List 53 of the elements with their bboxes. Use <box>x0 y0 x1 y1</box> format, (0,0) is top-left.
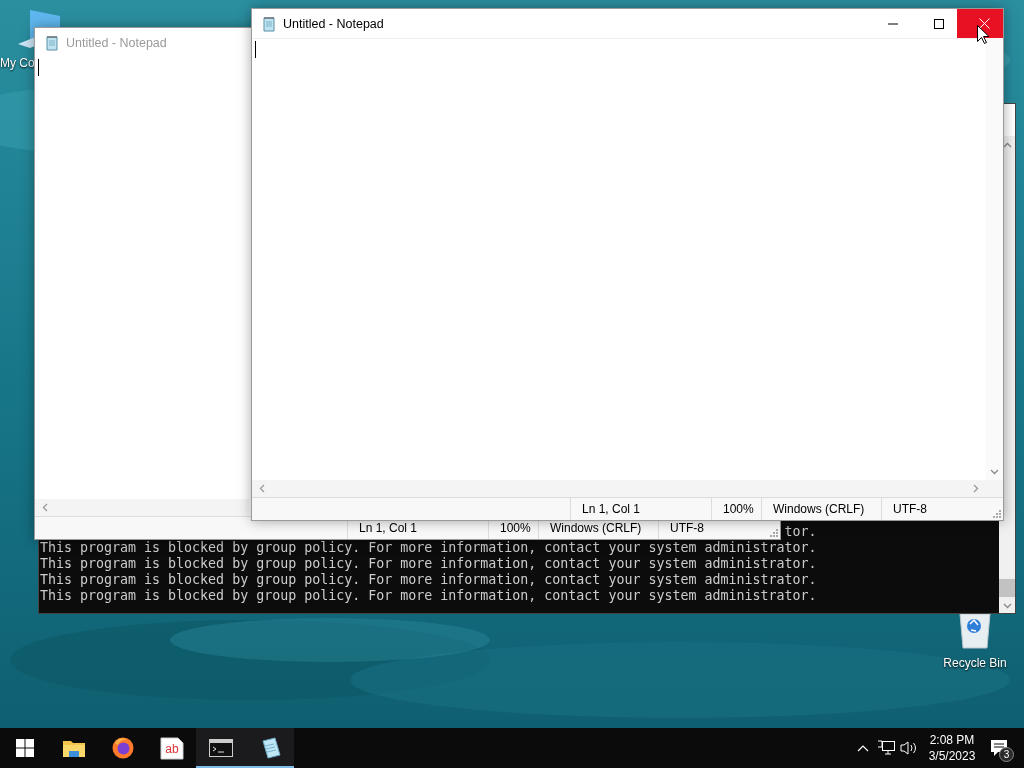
network-icon[interactable] <box>876 740 895 756</box>
status-text: 100% <box>500 521 531 535</box>
status-text: UTF-8 <box>670 521 704 535</box>
window-title: Untitled - Notepad <box>66 35 167 50</box>
notepad-icon <box>44 34 60 51</box>
close-button[interactable] <box>957 9 1003 38</box>
console-line: This program is blocked by group policy. For more information, contact your system administrator. <box>40 556 817 572</box>
horizontal-scrollbar[interactable] <box>252 480 986 497</box>
notepad-icon <box>261 15 277 32</box>
time-text: 2:08 PM <box>929 732 975 748</box>
console-line: This program is blocked by group policy. For more information, contact your system administrator. <box>40 540 817 556</box>
windows-logo-icon[interactable] <box>15 739 34 757</box>
scroll-right-icon[interactable] <box>973 484 979 493</box>
taskbar-button[interactable] <box>196 728 245 768</box>
resize-grip-icon[interactable] <box>992 509 1001 518</box>
notifications-button[interactable]: 3 <box>984 728 1014 768</box>
scroll-down-icon[interactable] <box>1002 603 1012 609</box>
status-text: Ln 1, Col 1 <box>359 521 418 535</box>
terminal-icon[interactable] <box>208 739 233 757</box>
status-text: Windows (CRLF) <box>550 521 642 535</box>
scroll-left-icon[interactable] <box>42 503 48 512</box>
folder-icon[interactable] <box>62 739 85 757</box>
document-icon[interactable]: ab <box>159 736 184 760</box>
text-caret <box>255 41 256 58</box>
desktop-icon-label[interactable]: My Co <box>0 56 35 70</box>
browser-icon[interactable] <box>111 737 134 759</box>
notification-badge: 3 <box>999 747 1014 762</box>
speaker-icon[interactable] <box>899 740 918 756</box>
desktop-icon-label[interactable]: Recycle Bin <box>943 656 1007 670</box>
clock[interactable]: 2:08 PM 3/5/2023 <box>924 732 980 764</box>
console-line: tor. <box>784 524 817 540</box>
maximize-icon <box>933 18 944 29</box>
status-text: Ln 1, Col 1 <box>582 502 641 516</box>
status-text: UTF-8 <box>893 502 927 516</box>
scroll-thumb[interactable] <box>999 579 1015 597</box>
date-text: 3/5/2023 <box>928 748 976 764</box>
window-title: Untitled - Notepad <box>283 16 384 31</box>
cursor-icon <box>977 25 989 44</box>
console-line: This program is blocked by group policy. For more information, contact your system administrator. <box>40 572 817 588</box>
scroll-down-icon[interactable] <box>990 469 999 475</box>
status-text: Windows (CRLF) <box>773 502 865 516</box>
minimize-icon <box>887 22 898 25</box>
vertical-scrollbar[interactable] <box>986 38 1003 480</box>
console-line: This program is blocked by group policy. For more information, contact your system administrator. <box>40 588 817 604</box>
taskbar-button[interactable]: ab <box>147 728 196 768</box>
horizontal-scrollbar[interactable] <box>35 499 249 516</box>
status-text: 100% <box>723 502 754 516</box>
close-icon <box>979 18 990 29</box>
taskbar-button[interactable] <box>245 728 294 768</box>
resize-grip-icon[interactable] <box>769 528 778 537</box>
text-caret <box>38 59 39 76</box>
scroll-left-icon[interactable] <box>259 484 265 493</box>
chevron-up-icon[interactable] <box>856 744 869 752</box>
